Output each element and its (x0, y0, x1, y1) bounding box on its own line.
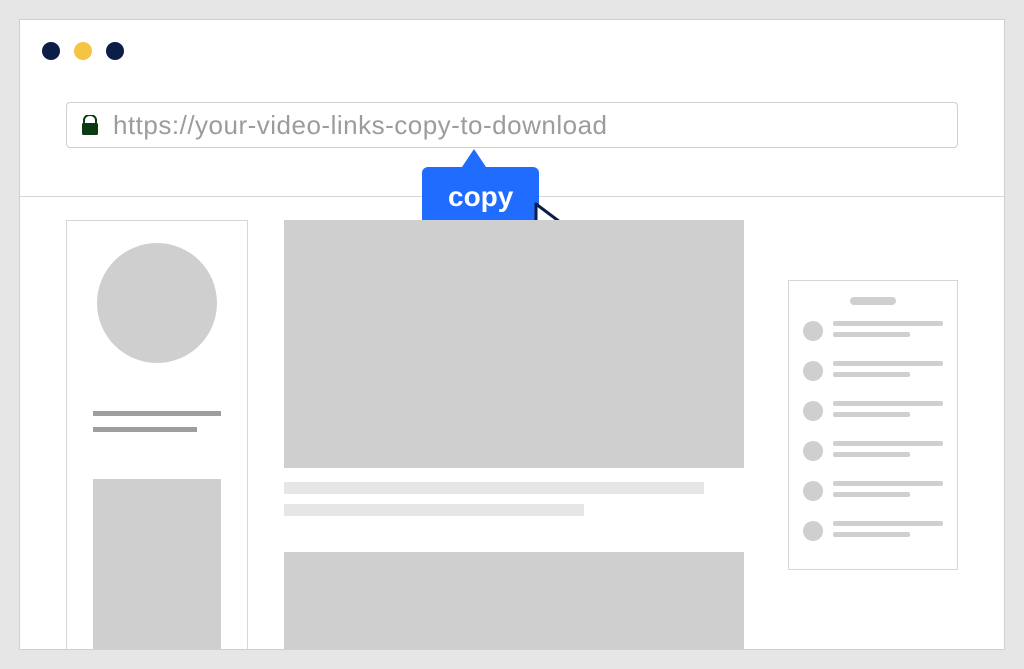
sidebar-thumbnail (93, 479, 221, 649)
sidebar-text-line (93, 411, 221, 416)
browser-window: https://your-video-links-copy-to-downloa… (19, 19, 1005, 650)
sidebar-text-line (93, 427, 197, 432)
item-dot-icon (803, 481, 823, 501)
caption-line (284, 504, 584, 516)
item-dot-icon (803, 401, 823, 421)
suggestions-card (788, 280, 958, 570)
list-item[interactable] (803, 441, 943, 463)
url-text: https://your-video-links-copy-to-downloa… (113, 110, 608, 141)
lock-icon (81, 115, 99, 135)
window-dot-minimize[interactable] (74, 42, 92, 60)
item-dot-icon (803, 521, 823, 541)
list-item[interactable] (803, 401, 943, 423)
card-header-pill (850, 297, 896, 305)
left-sidebar (66, 220, 248, 649)
window-dot-close[interactable] (42, 42, 60, 60)
item-dot-icon (803, 361, 823, 381)
caption-line (284, 482, 704, 494)
main-column (284, 220, 744, 649)
list-item[interactable] (803, 321, 943, 343)
avatar (97, 243, 217, 363)
video-placeholder[interactable] (284, 220, 744, 468)
window-dot-maximize[interactable] (106, 42, 124, 60)
video-placeholder[interactable] (284, 552, 744, 650)
window-controls (42, 42, 124, 60)
address-bar[interactable]: https://your-video-links-copy-to-downloa… (66, 102, 958, 148)
item-dot-icon (803, 441, 823, 461)
item-dot-icon (803, 321, 823, 341)
list-item[interactable] (803, 361, 943, 383)
list-item[interactable] (803, 521, 943, 543)
list-item[interactable] (803, 481, 943, 503)
page-content (20, 196, 1004, 649)
